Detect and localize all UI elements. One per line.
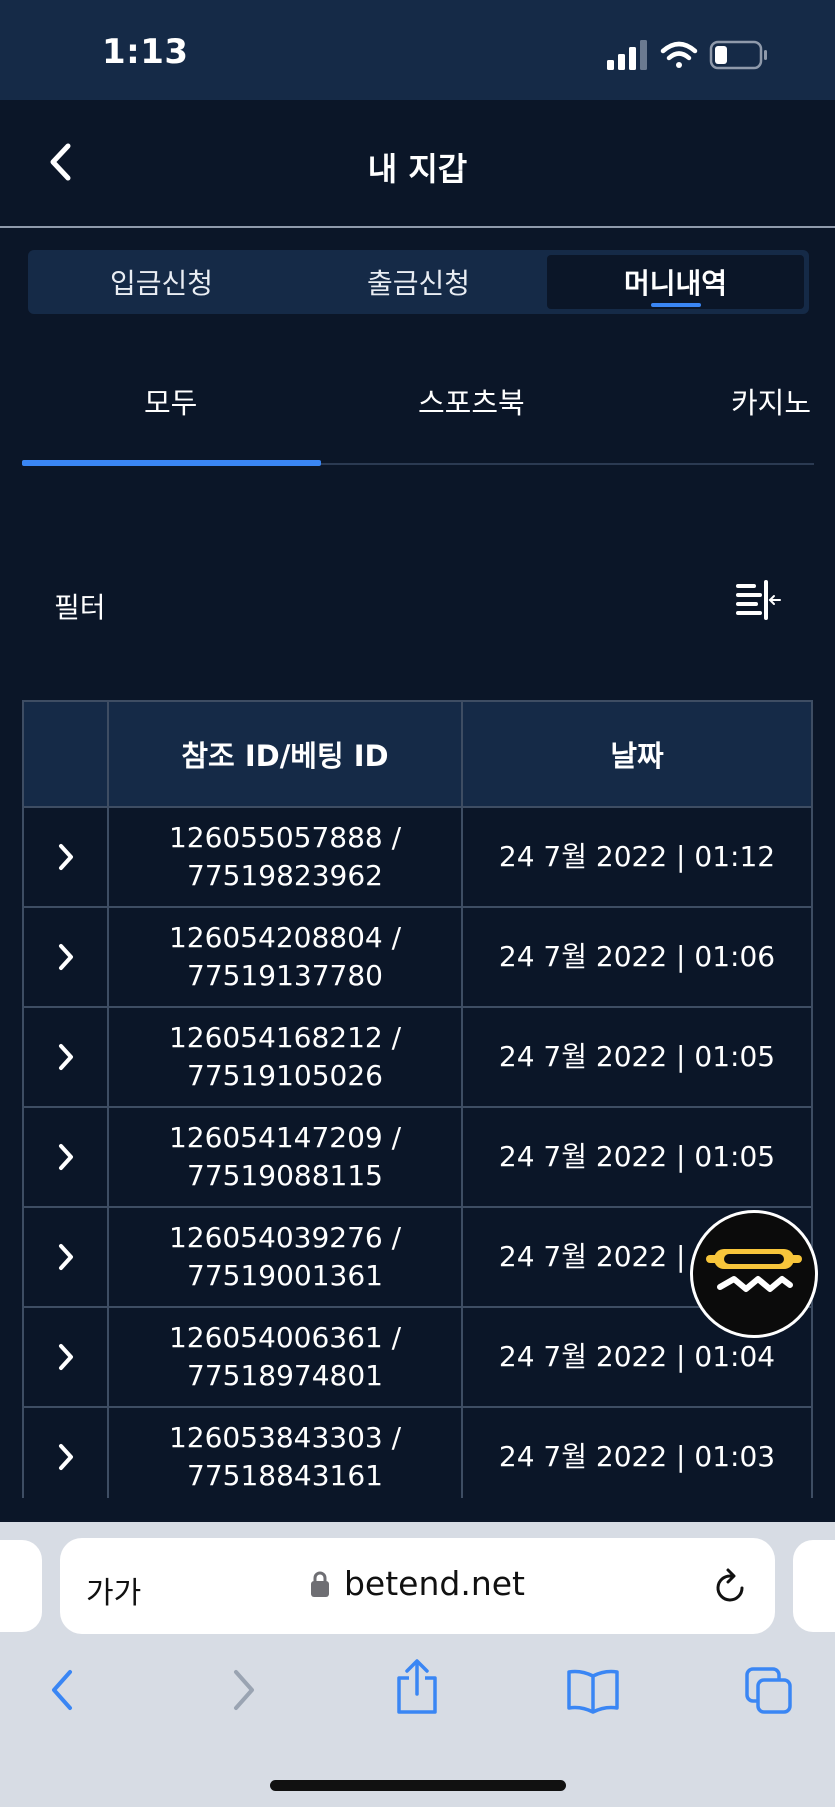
ref-bet-id-cell: 126055057888 / 77519823962: [109, 808, 463, 906]
tab-sportsbook[interactable]: 스포츠북: [418, 380, 525, 422]
tab-money-history[interactable]: 머니내역: [547, 255, 804, 309]
brand-logo-icon: [706, 1249, 802, 1292]
wifi-icon: [660, 41, 698, 68]
ref-bet-id-cell: 126054006361 / 77518974801: [109, 1308, 463, 1406]
active-tab-indicator: [22, 460, 321, 466]
browser-back-button[interactable]: [46, 1666, 78, 1718]
filter-label: 필터: [54, 591, 106, 624]
url-text: betend.net: [343, 1564, 525, 1603]
ref-bet-id-cell: 126054168212 / 77519105026: [109, 1008, 463, 1106]
bet-id: 77518974801: [187, 1359, 383, 1392]
wallet-tabs: 입금신청 출금신청 머니내역: [28, 250, 809, 314]
page: 1:13 내 지갑 입금신청 출금신청 머니내역 모두 스포츠북 카지노 필터 …: [0, 0, 835, 1807]
app-header: 내 지갑: [0, 100, 835, 228]
chevron-right-icon: [58, 1444, 73, 1470]
ref-id: 126053843303 /: [168, 1421, 402, 1454]
row-expand-button[interactable]: [24, 908, 109, 1006]
ref-id: 126054168212 /: [168, 1021, 402, 1054]
page-title: 내 지갑: [367, 150, 468, 188]
floating-chat-button[interactable]: [690, 1210, 818, 1338]
chevron-right-icon: [58, 844, 73, 870]
bookmarks-button[interactable]: [566, 1666, 620, 1718]
tabs-icon: [745, 1667, 792, 1714]
money-history-table: 참조 ID/베팅 ID 날짜 126055057888 / 7751982396…: [22, 700, 813, 1498]
previous-tab-preview[interactable]: [0, 1540, 42, 1632]
bet-id: 77519137780: [187, 959, 383, 992]
chevron-right-icon: [58, 1044, 73, 1070]
tab-withdraw[interactable]: 출금신청: [290, 255, 547, 309]
bet-id: 77518843161: [187, 1459, 383, 1492]
table-row[interactable]: 126055057888 / 77519823962 24 7월 2022 | …: [24, 808, 811, 908]
tabs-button[interactable]: [744, 1666, 794, 1720]
chevron-right-icon: [58, 1344, 73, 1370]
table-row[interactable]: 126054208804 / 77519137780 24 7월 2022 | …: [24, 908, 811, 1008]
ref-id: 126055057888 /: [168, 821, 402, 854]
tab-all[interactable]: 모두: [144, 380, 197, 422]
ref-bet-id-cell: 126054208804 / 77519137780: [109, 908, 463, 1006]
status-time: 1:13: [102, 32, 189, 72]
row-expand-button[interactable]: [24, 1408, 109, 1498]
tab-deposit[interactable]: 입금신청: [33, 255, 290, 309]
home-indicator: [270, 1780, 566, 1791]
table-header-expand: [24, 702, 109, 806]
chevron-right-icon: [58, 1144, 73, 1170]
table-row[interactable]: 126054168212 / 77519105026 24 7월 2022 | …: [24, 1008, 811, 1108]
address-bar[interactable]: 가가 betend.net: [60, 1538, 775, 1634]
ref-id: 126054039276 /: [168, 1221, 402, 1254]
reload-icon: [716, 1568, 744, 1602]
date-cell: 24 7월 2022 | 01:05: [498, 1040, 776, 1073]
chevron-left-icon: [52, 1670, 72, 1710]
bet-id: 77519105026: [187, 1059, 383, 1092]
row-expand-button[interactable]: [24, 1008, 109, 1106]
ref-id: 126054208804 /: [168, 921, 402, 954]
date-cell: 24 7월 2022 | 01:06: [498, 940, 776, 973]
browser-toolbar: [0, 1650, 835, 1750]
row-expand-button[interactable]: [24, 1108, 109, 1206]
browser-forward-button[interactable]: [228, 1666, 260, 1718]
next-tab-preview[interactable]: [793, 1540, 835, 1632]
chevron-right-icon: [58, 1244, 73, 1270]
battery-icon: [709, 40, 767, 70]
share-button[interactable]: [394, 1658, 440, 1720]
date-cell: 24 7월 2022 | 01:03: [498, 1440, 776, 1473]
row-expand-button[interactable]: [24, 808, 109, 906]
category-tabs: 모두 스포츠북 카지노: [22, 350, 814, 466]
row-expand-button[interactable]: [24, 1308, 109, 1406]
tab-casino[interactable]: 카지노: [731, 380, 811, 422]
chevron-right-icon: [234, 1670, 254, 1710]
cellular-signal-icon: [607, 40, 647, 70]
ref-bet-id-cell: 126053843303 / 77518843161: [109, 1408, 463, 1498]
date-cell: 24 7월 2022 | 01:12: [498, 840, 776, 873]
status-icons: [607, 40, 767, 70]
ref-bet-id-cell: 126054039276 / 77519001361: [109, 1208, 463, 1306]
url-group: betend.net: [60, 1564, 775, 1603]
table-row[interactable]: 126053843303 / 77518843161 24 7월 2022 | …: [24, 1408, 811, 1498]
row-expand-button[interactable]: [24, 1208, 109, 1306]
bookmarks-icon: [567, 1669, 619, 1714]
table-row[interactable]: 126054006361 / 77518974801 24 7월 2022 | …: [24, 1308, 811, 1408]
table-header-date: 날짜: [610, 739, 664, 773]
status-bar: 1:13: [0, 0, 835, 100]
table-row[interactable]: 126054147209 / 77519088115 24 7월 2022 | …: [24, 1108, 811, 1208]
table-header: 참조 ID/베팅 ID 날짜: [24, 702, 811, 808]
ref-id: 126054147209 /: [168, 1121, 402, 1154]
bet-id: 77519001361: [187, 1259, 383, 1292]
date-cell: 24 7월 2022 | 01:05: [498, 1140, 776, 1173]
chevron-right-icon: [58, 944, 73, 970]
share-icon: [397, 1659, 437, 1714]
table-header-ref-id: 참조 ID/베팅 ID: [109, 702, 463, 806]
ref-id: 126054006361 /: [168, 1321, 402, 1354]
ref-bet-id-cell: 126054147209 / 77519088115: [109, 1108, 463, 1206]
bet-id: 77519823962: [187, 859, 383, 892]
reload-button[interactable]: [713, 1566, 749, 1610]
filter-collapse-icon[interactable]: [734, 578, 782, 626]
bet-id: 77519088115: [187, 1159, 383, 1192]
lock-icon: [310, 1571, 329, 1597]
browser-bar: 가가 betend.net: [0, 1522, 835, 1807]
